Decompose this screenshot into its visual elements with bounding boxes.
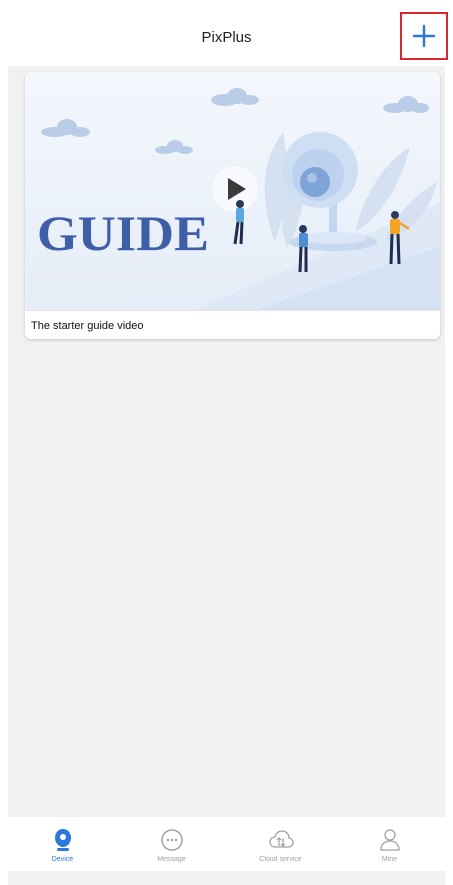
tab-cloud-service-label: Cloud service — [259, 856, 302, 863]
tab-mine-label: Mine — [381, 856, 398, 863]
tab-device[interactable]: Device — [8, 817, 117, 871]
guide-video-thumbnail[interactable]: GUIDE — [25, 72, 440, 310]
guide-video-card[interactable]: GUIDE The starter guide video — [25, 72, 440, 339]
tab-message[interactable]: Message — [117, 817, 226, 871]
tab-mine[interactable]: Mine — [335, 817, 444, 871]
bottom-tab-bar: Device Message Cloud service Mine — [8, 817, 445, 871]
tab-message-label: Message — [157, 856, 186, 863]
page-title: PixPlus — [201, 29, 252, 46]
guide-caption-bar[interactable]: The starter guide video — [25, 310, 440, 339]
device-list-area: GUIDE The starter guide video — [8, 66, 445, 817]
device-icon — [50, 827, 76, 853]
guide-title-text: GUIDE — [37, 205, 209, 261]
guide-caption: The starter guide video — [31, 320, 144, 332]
tab-device-label: Device — [51, 856, 74, 863]
plus-icon — [411, 23, 437, 49]
message-icon — [159, 827, 185, 853]
bottom-spacer — [8, 871, 445, 885]
play-icon[interactable] — [212, 166, 258, 212]
cloud-service-icon — [268, 827, 294, 853]
add-device-button[interactable] — [400, 12, 448, 60]
header: PixPlus — [0, 0, 453, 66]
mine-icon — [377, 827, 403, 853]
tab-cloud-service[interactable]: Cloud service — [226, 817, 335, 871]
